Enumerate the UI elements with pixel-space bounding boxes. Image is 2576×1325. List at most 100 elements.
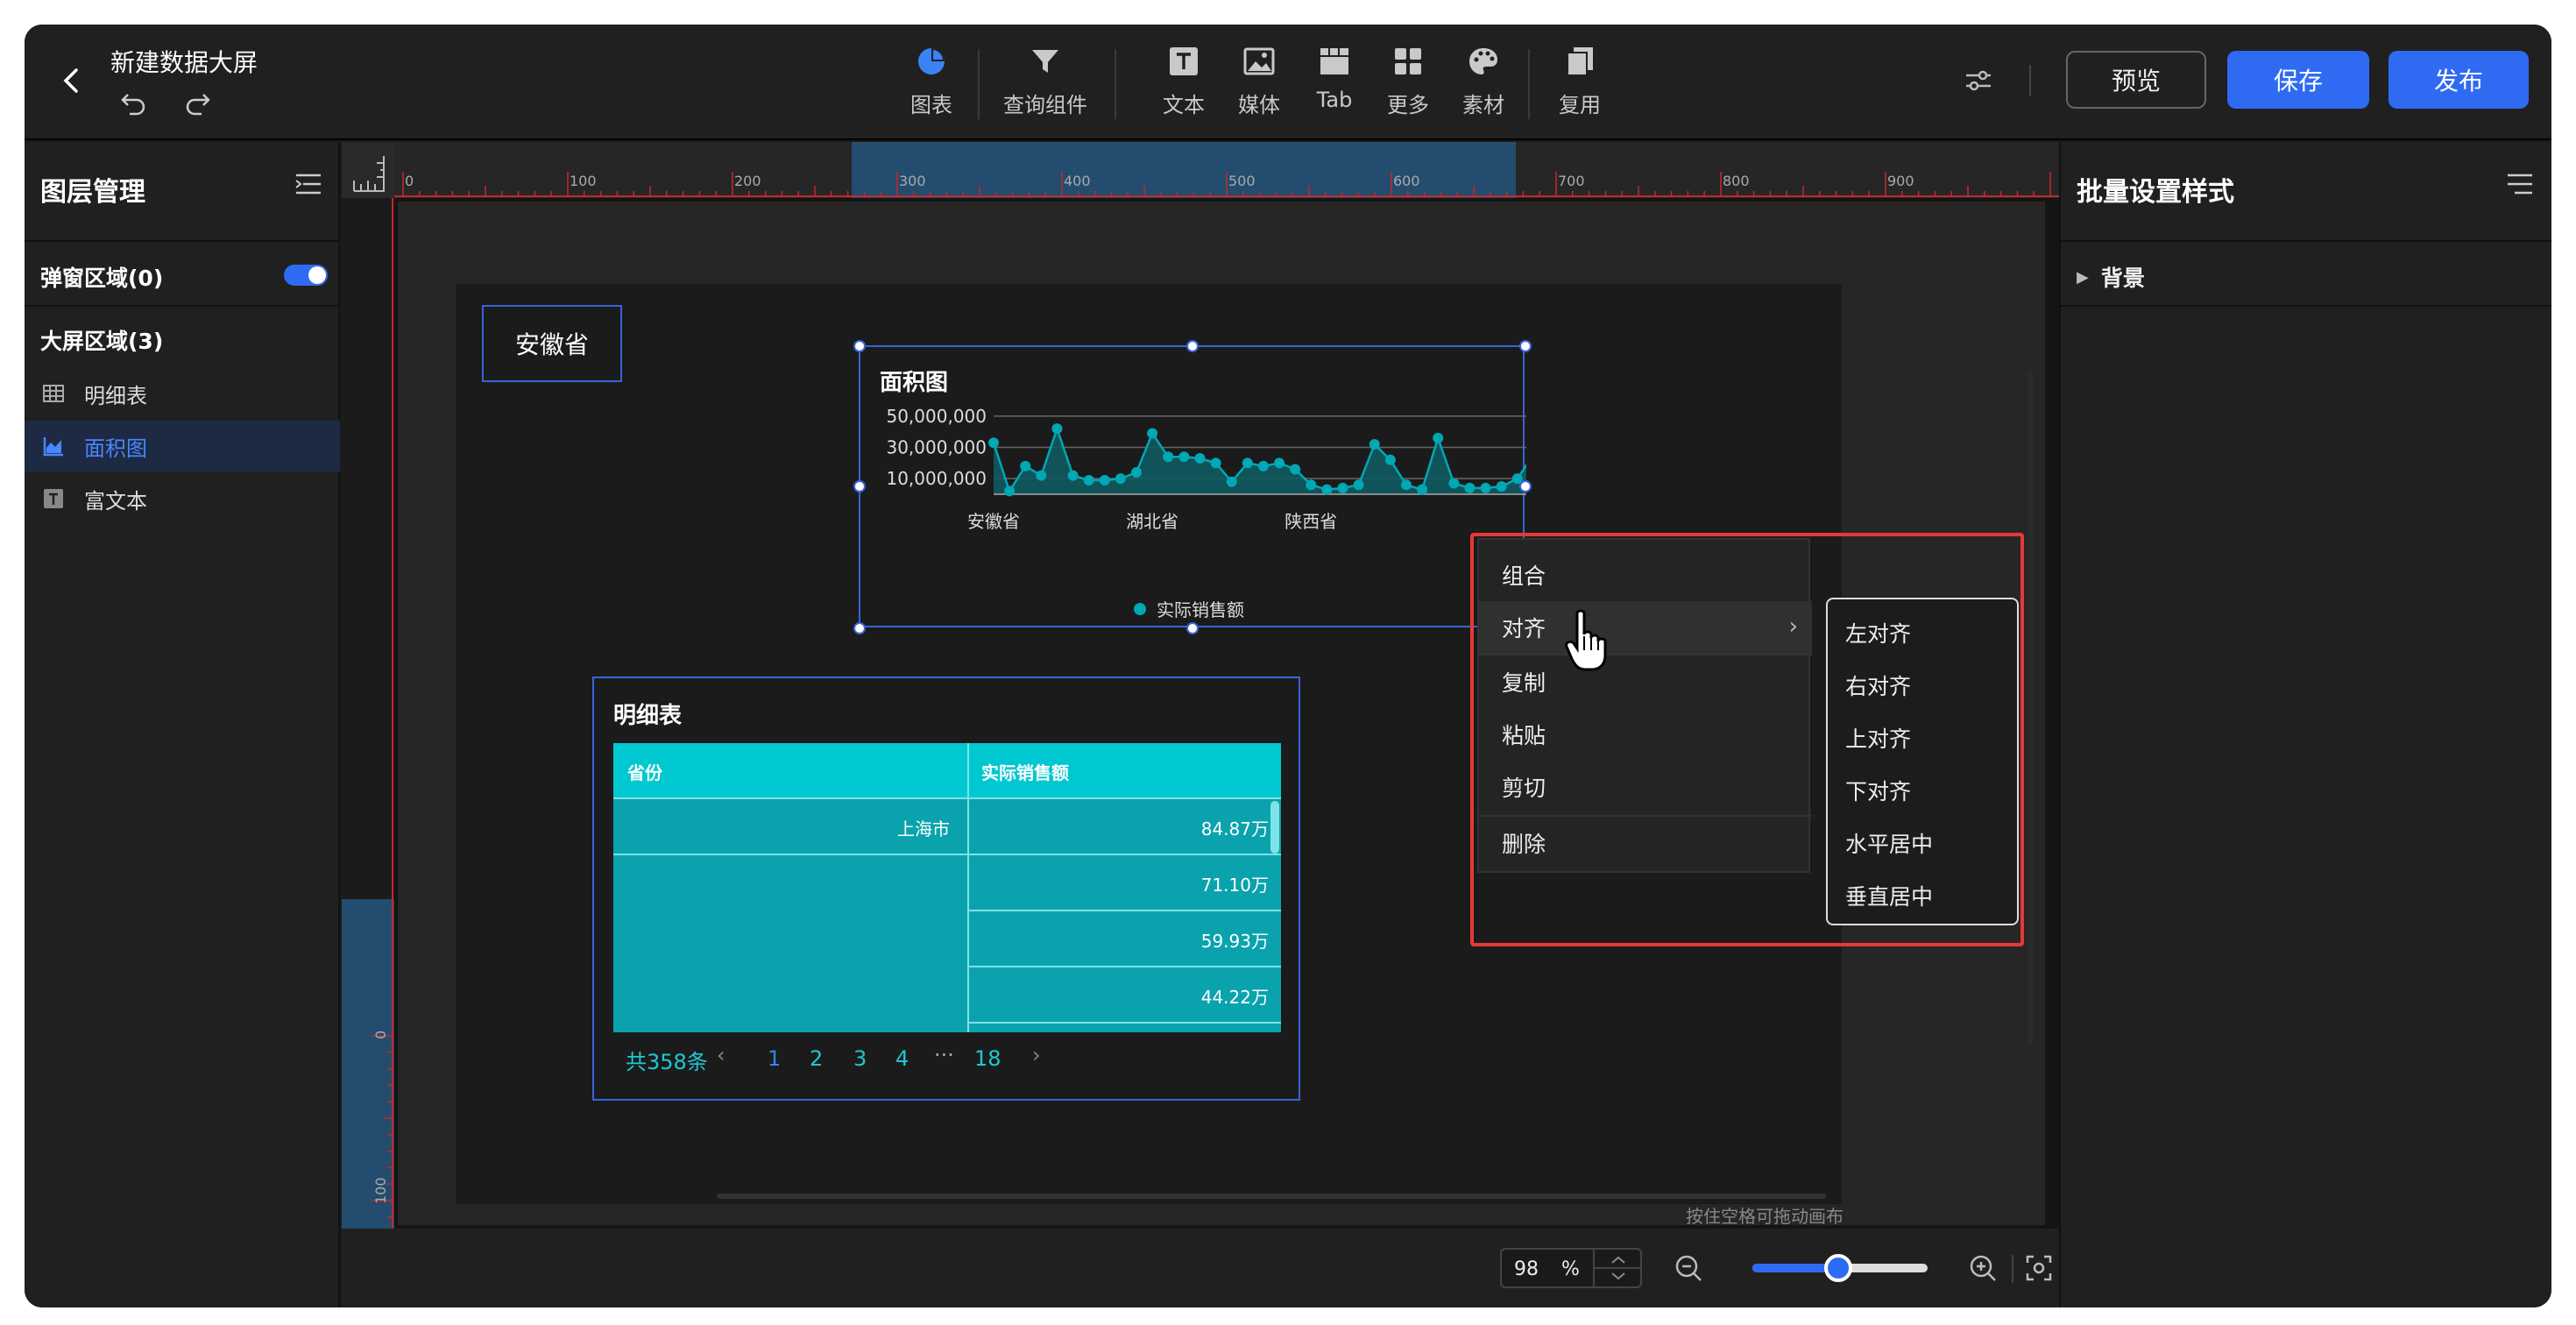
chart-data-point[interactable] [1099,474,1110,485]
chart-data-point[interactable] [1400,479,1412,491]
zoom-input[interactable]: 98 % [1500,1248,1642,1288]
chart-data-point[interactable] [1083,474,1094,485]
page-3[interactable]: 3 [853,1046,867,1071]
page-18[interactable]: 18 [974,1046,1001,1071]
chart-data-point[interactable] [1004,485,1016,497]
chart-data-point[interactable] [1020,460,1031,471]
table-header-cell[interactable]: 省份 [627,759,662,784]
menu-item-paste[interactable]: 粘贴 [1479,708,1812,761]
chart-data-point[interactable] [1274,457,1285,469]
panel-menu-icon[interactable] [2504,168,2536,200]
chart-data-point[interactable] [1448,478,1460,489]
selection-handle-tm[interactable] [1186,340,1199,352]
menu-item-copy[interactable]: 复制 [1479,655,1812,708]
menu-item-cut[interactable]: 剪切 [1479,761,1812,813]
background-section[interactable]: ▶ 背景 [2077,261,2145,293]
table-header-cell[interactable]: 实际销售额 [981,759,1069,784]
chart-data-point[interactable] [1226,476,1237,487]
settings-sliders-icon[interactable] [1961,63,1996,98]
selection-handle-mr[interactable] [1519,480,1532,492]
selection-handle-bl[interactable] [853,622,866,634]
table-cell: 59.93万 [1200,931,1269,952]
redo-icon[interactable] [182,86,214,117]
layer-item-table[interactable]: 明细表 [25,368,340,419]
menu-item-delete[interactable]: 删除 [1479,817,1812,869]
grid-icon [1391,44,1426,79]
screen-section-label: 大屏区域(3) [40,329,164,354]
screen-title[interactable]: 新建数据大屏 [110,44,258,79]
chart-data-point[interactable] [1051,423,1063,435]
page-1[interactable]: 1 [768,1046,781,1071]
chart-data-point[interactable] [1163,451,1174,463]
chart-data-point[interactable] [1147,428,1158,439]
submenu-center-horizontal[interactable]: 水平居中 [1828,817,2020,869]
page-2[interactable]: 2 [810,1046,823,1071]
selection-handle-ml[interactable] [853,480,866,492]
submenu-align-top[interactable]: 上对齐 [1828,712,2020,764]
zoom-slider[interactable] [1752,1254,1928,1282]
page-ellipsis[interactable]: ··· [934,1043,954,1067]
back-icon[interactable] [54,63,89,98]
toolbar-chart[interactable]: 图表 [883,44,980,131]
chart-data-point[interactable] [1321,484,1333,495]
preview-button[interactable]: 预览 [2066,51,2206,109]
fit-screen-icon[interactable] [2024,1253,2054,1283]
toolbar-material[interactable]: 素材 [1435,44,1532,131]
chart-data-point[interactable] [1496,481,1507,492]
chart-data-point[interactable] [1115,473,1126,485]
layer-item-rich-text[interactable]: 富文本 [25,473,340,524]
menu-item-group[interactable]: 组合 [1479,549,1812,601]
toolbar-reuse[interactable]: 复用 [1532,44,1628,131]
chart-data-point[interactable] [988,437,999,449]
canvas-area[interactable]: 0 100 200 300 400 500 600 700 800 900 0 100 200 安徽省… [342,142,2059,1229]
text-widget[interactable]: 安徽省 [482,305,622,382]
zoom-stepper[interactable] [1593,1250,1642,1286]
canvas-hscrollbar[interactable] [717,1194,1826,1199]
toolbar-query-label: 查询组件 [1003,93,1087,117]
canvas-vscrollbar[interactable] [2028,370,2033,1045]
chart-data-point[interactable] [1210,457,1221,469]
selection-handle-tl[interactable] [853,340,866,352]
chart-legend[interactable]: 实际销售额 [1134,596,1244,621]
chart-data-point[interactable] [1257,460,1269,471]
zoom-in-icon[interactable] [1968,1253,1998,1283]
popup-toggle[interactable] [284,265,328,286]
selection-handle-bm[interactable] [1186,622,1199,634]
chart-data-point[interactable] [1178,451,1190,463]
save-button[interactable]: 保存 [2227,51,2369,109]
submenu-align-right[interactable]: 右对齐 [1828,659,2020,712]
chart-data-point[interactable] [1036,470,1047,481]
chart-data-point[interactable] [1369,438,1380,450]
toolbar-query[interactable]: 查询组件 [997,44,1093,131]
layer-item-area-chart[interactable]: 面积图 [25,421,340,471]
chart-data-point[interactable] [1306,479,1317,491]
prev-page-icon[interactable]: ‹ [717,1043,725,1067]
chart-data-point[interactable] [1433,432,1444,443]
table-scrollbar[interactable] [1270,801,1279,854]
submenu-align-bottom[interactable]: 下对齐 [1828,764,2020,817]
selection-handle-tr[interactable] [1519,340,1532,352]
chart-data-point[interactable] [1464,482,1476,493]
chart-data-point[interactable] [1480,482,1491,493]
chart-data-point[interactable] [1194,453,1206,464]
chart-data-point[interactable] [1337,482,1348,493]
chart-data-point[interactable] [1417,484,1428,495]
area-chart-widget[interactable]: 面积图 50,000,000 30,000,000 10,000,000 安徽省 湖北省… [859,345,1526,627]
chart-data-point[interactable] [1290,464,1301,475]
next-page-icon[interactable]: › [1032,1043,1041,1067]
chart-data-point[interactable] [1384,454,1396,465]
submenu-center-vertical[interactable]: 垂直居中 [1828,869,2020,922]
chart-data-point[interactable] [1131,467,1143,478]
submenu-align-left[interactable]: 左对齐 [1828,606,2020,659]
chart-data-point[interactable] [1353,479,1364,491]
undo-icon[interactable] [117,86,149,117]
collapse-menu-icon[interactable] [293,168,324,200]
menu-item-align[interactable]: 对齐 › [1479,601,1812,654]
zoom-out-icon[interactable] [1674,1253,1703,1283]
publish-button[interactable]: 发布 [2388,51,2529,109]
chart-data-point[interactable] [1067,470,1079,481]
zoom-slider-knob[interactable] [1824,1254,1852,1282]
page-4[interactable]: 4 [895,1046,909,1071]
chart-data-point[interactable] [1242,457,1253,469]
table-widget[interactable]: 明细表 省份 实际销售额 上海市 84.87万 71.10万 59.93万 44… [592,677,1300,1101]
